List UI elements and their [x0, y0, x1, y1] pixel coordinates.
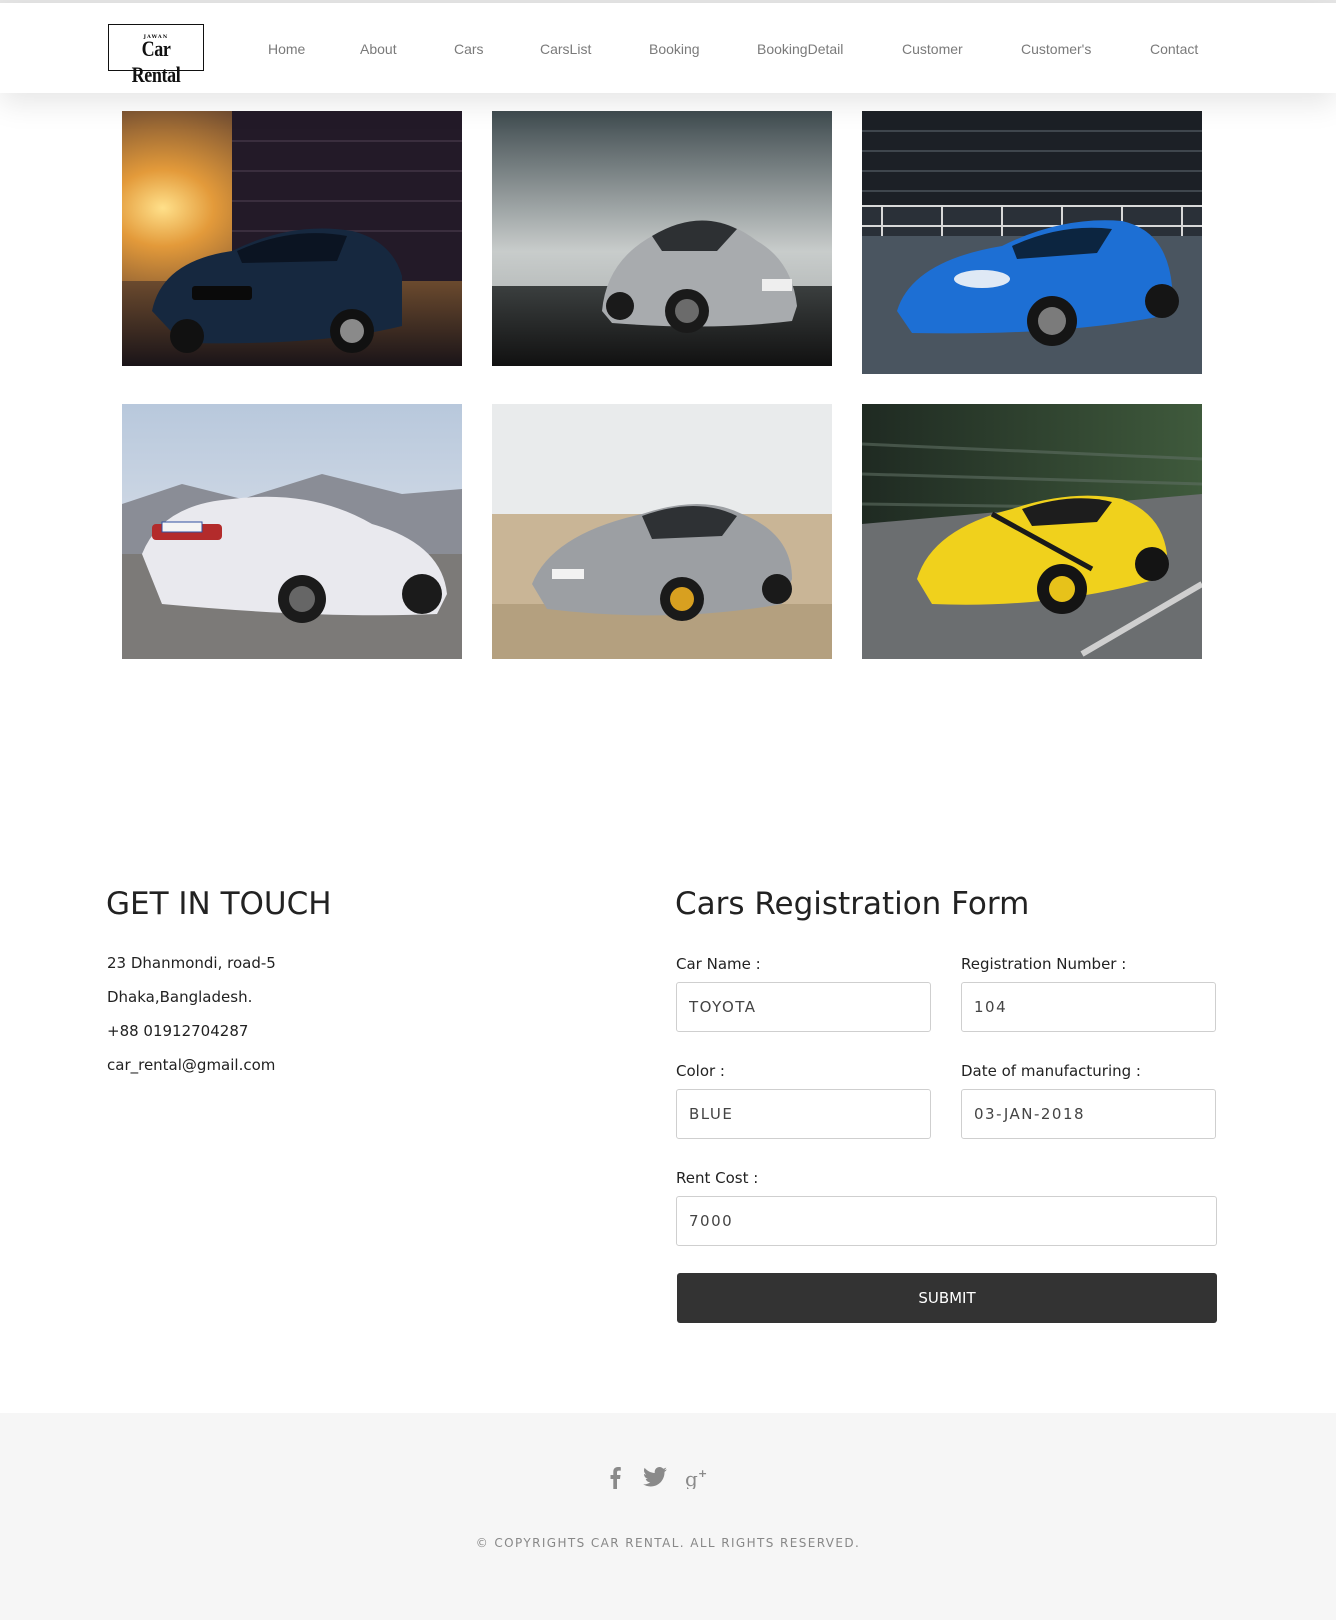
gallery-image-2[interactable]: [492, 111, 832, 366]
color-label: Color :: [676, 1062, 725, 1080]
nav-booking-detail[interactable]: BookingDetail: [757, 41, 843, 57]
gallery-image-1[interactable]: [122, 111, 462, 366]
car-photo-1: [122, 111, 462, 366]
gallery-image-6[interactable]: [862, 404, 1202, 659]
contact-address-line1: 23 Dhanmondi, road-5: [107, 954, 276, 972]
nav-home[interactable]: Home: [268, 41, 305, 57]
submit-button[interactable]: SUBMIT: [677, 1273, 1217, 1323]
svg-text:g: g: [685, 1467, 698, 1489]
car-photo-6: [862, 404, 1202, 659]
registration-number-label: Registration Number :: [961, 955, 1127, 973]
site-logo[interactable]: JAWAN Car Rental: [108, 24, 204, 87]
car-photo-5: [492, 404, 832, 659]
nav-customer[interactable]: Customer: [902, 41, 963, 57]
gallery-image-4[interactable]: [122, 404, 462, 659]
site-footer: g + © COPYRIGHTS CAR RENTAL. ALL RIGHTS R…: [0, 1413, 1336, 1620]
car-name-input[interactable]: [676, 982, 931, 1032]
color-input[interactable]: [676, 1089, 931, 1139]
gallery-image-5[interactable]: [492, 404, 832, 659]
nav-cars[interactable]: Cars: [454, 41, 484, 57]
contact-title: GET IN TOUCH: [106, 886, 332, 922]
car-name-label: Car Name :: [676, 955, 761, 973]
car-photo-4: [122, 404, 462, 659]
site-header: JAWAN Car Rental Home About Cars CarsLis…: [0, 3, 1336, 93]
contact-phone: +88 01912704287: [107, 1022, 249, 1040]
registration-number-input[interactable]: [961, 982, 1216, 1032]
copyright-text: © COPYRIGHTS CAR RENTAL. ALL RIGHTS RESE…: [475, 1536, 861, 1550]
car-photo-3: [862, 111, 1202, 374]
nav-customers[interactable]: Customer's: [1021, 41, 1091, 57]
logo-main-text: Car Rental: [131, 36, 181, 87]
twitter-icon[interactable]: [643, 1467, 667, 1491]
manufacture-date-input[interactable]: [961, 1089, 1216, 1139]
contact-address-line2: Dhaka,Bangladesh.: [107, 988, 253, 1006]
form-title: Cars Registration Form: [675, 886, 1030, 922]
nav-booking[interactable]: Booking: [649, 41, 700, 57]
car-photo-2: [492, 111, 832, 366]
nav-carslist[interactable]: CarsList: [540, 41, 591, 57]
svg-text:+: +: [698, 1467, 707, 1480]
rent-cost-label: Rent Cost :: [676, 1169, 759, 1187]
manufacture-date-label: Date of manufacturing :: [961, 1062, 1141, 1080]
nav-about[interactable]: About: [360, 41, 397, 57]
contact-email[interactable]: car_rental@gmail.com: [107, 1056, 275, 1074]
rent-cost-input[interactable]: [676, 1196, 1217, 1246]
facebook-icon[interactable]: [609, 1467, 621, 1493]
gallery-image-3[interactable]: [862, 111, 1202, 374]
nav-contact[interactable]: Contact: [1150, 41, 1198, 57]
google-plus-icon[interactable]: g +: [685, 1467, 711, 1493]
